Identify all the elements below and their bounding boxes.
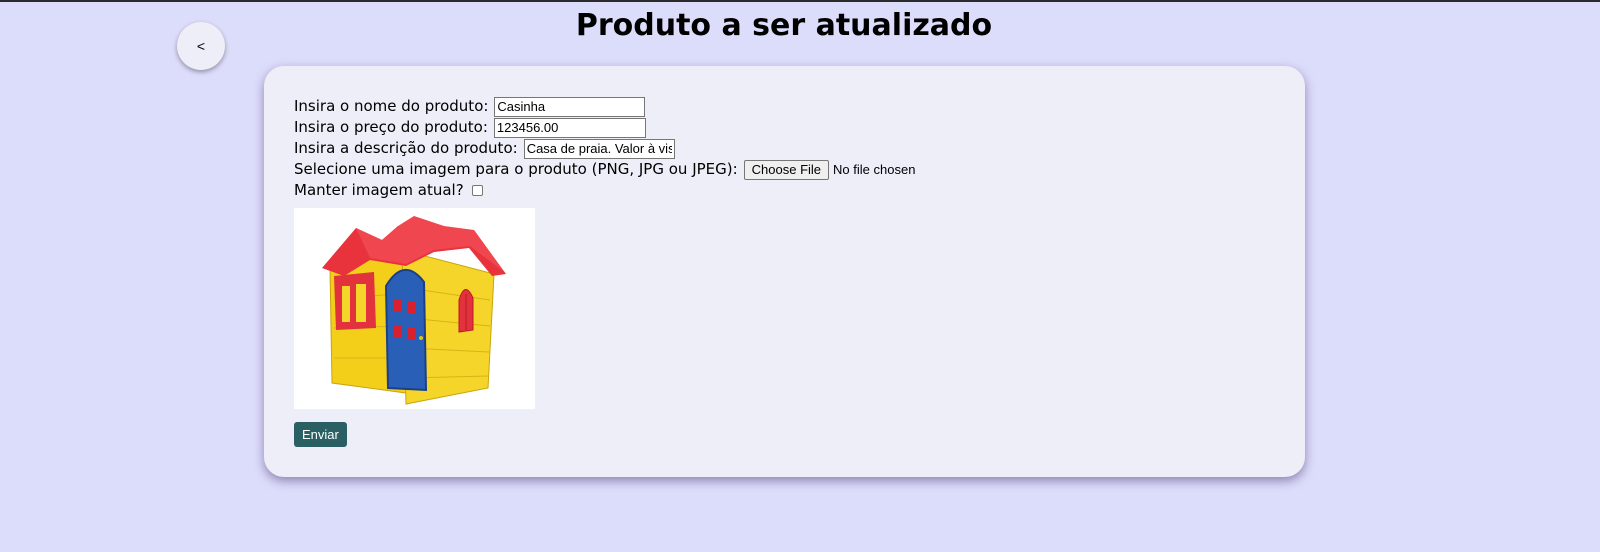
image-upload-label: Selecione uma imagem para o produto (PNG… xyxy=(294,160,738,178)
price-input[interactable] xyxy=(493,117,646,138)
page-title: Produto a ser atualizado xyxy=(575,8,993,43)
name-row: Insira o nome do produto: xyxy=(294,96,915,117)
file-status-text: No file chosen xyxy=(833,162,916,177)
product-form-card: Insira o nome do produto: Insira o preço… xyxy=(264,66,1305,477)
product-form: Insira o nome do produto: Insira o preço… xyxy=(294,96,915,201)
choose-file-button[interactable]: Choose File xyxy=(743,159,830,180)
top-border xyxy=(0,0,1600,2)
image-upload-row: Selecione uma imagem para o produto (PNG… xyxy=(294,159,915,180)
name-input[interactable] xyxy=(494,96,646,117)
keep-image-row: Manter imagem atual? xyxy=(294,180,915,201)
description-row: Insira a descrição do produto: xyxy=(294,138,915,159)
keep-image-checkbox[interactable] xyxy=(471,185,483,196)
description-label: Insira a descrição do produto: xyxy=(294,139,518,157)
playhouse-image xyxy=(322,216,506,405)
name-label: Insira o nome do produto: xyxy=(294,97,489,115)
price-label: Insira o preço do produto: xyxy=(294,118,488,136)
submit-button[interactable]: Enviar xyxy=(294,422,347,447)
price-row: Insira o preço do produto: xyxy=(294,117,915,138)
description-input[interactable] xyxy=(523,138,675,159)
keep-image-label: Manter imagem atual? xyxy=(294,181,464,199)
product-image xyxy=(294,208,535,409)
